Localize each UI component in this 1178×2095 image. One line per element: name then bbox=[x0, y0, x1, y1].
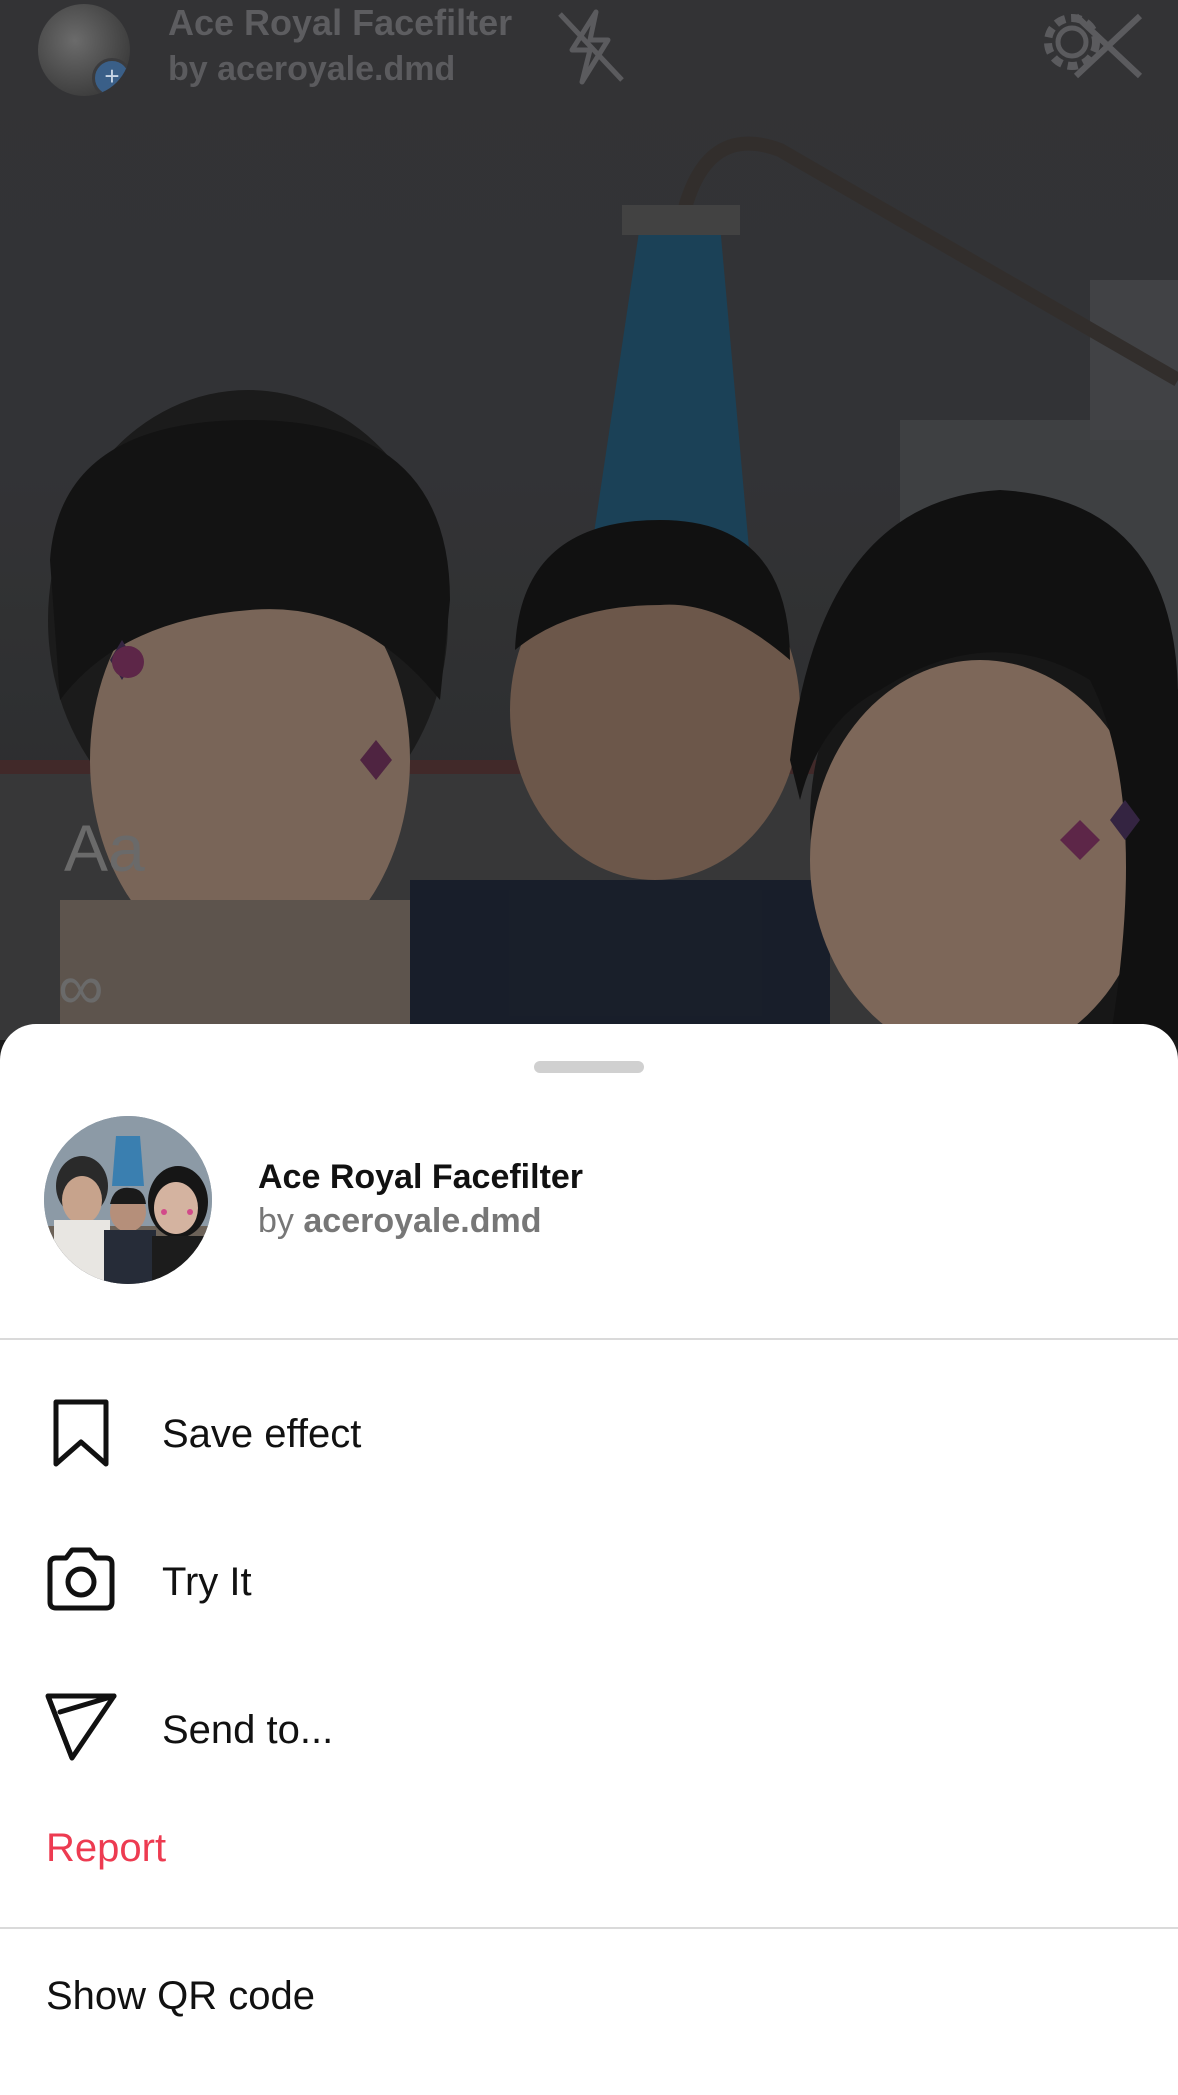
boomerang-icon[interactable]: ∞ bbox=[58, 950, 104, 1024]
sheet-drag-handle[interactable] bbox=[534, 1061, 644, 1073]
effect-avatar[interactable]: + bbox=[38, 4, 130, 96]
creator-handle[interactable]: aceroyale.dmd bbox=[303, 1202, 541, 1240]
sheet-divider bbox=[0, 1338, 1178, 1340]
send-icon bbox=[45, 1693, 117, 1761]
effect-thumbnail bbox=[44, 1116, 212, 1284]
effect-name: Ace Royal Facefilter bbox=[258, 1158, 584, 1196]
preview-effect-byline: by aceroyale.dmd bbox=[168, 50, 456, 88]
send-to-label: Send to... bbox=[162, 1708, 334, 1752]
save-effect-label: Save effect bbox=[162, 1412, 362, 1456]
report-button[interactable]: Report bbox=[46, 1826, 166, 1871]
try-it-label: Try It bbox=[162, 1560, 252, 1604]
text-tool-icon[interactable]: Aa bbox=[64, 810, 145, 886]
flash-off-icon[interactable] bbox=[552, 6, 628, 91]
preview-effect-title: Ace Royal Facefilter bbox=[168, 2, 513, 43]
bookmark-icon bbox=[53, 1399, 109, 1467]
close-icon[interactable] bbox=[1058, 10, 1148, 85]
sheet-divider bbox=[0, 1927, 1178, 1929]
show-qr-code-button[interactable]: Show QR code bbox=[46, 1974, 315, 2019]
add-icon[interactable]: + bbox=[92, 58, 130, 96]
effect-options-sheet: Ace Royal Facefilter by aceroyale.dmd Sa… bbox=[0, 1024, 1178, 2095]
by-prefix: by bbox=[258, 1202, 294, 1240]
try-it-button[interactable]: Try It bbox=[0, 1510, 1178, 1658]
camera-preview: + Ace Royal Facefilter by aceroyale.dmd … bbox=[0, 0, 1178, 1040]
camera-icon bbox=[47, 1547, 115, 1611]
effect-creator[interactable]: by aceroyale.dmd bbox=[258, 1202, 542, 1241]
save-effect-button[interactable]: Save effect bbox=[0, 1362, 1178, 1510]
send-to-button[interactable]: Send to... bbox=[0, 1658, 1178, 1806]
